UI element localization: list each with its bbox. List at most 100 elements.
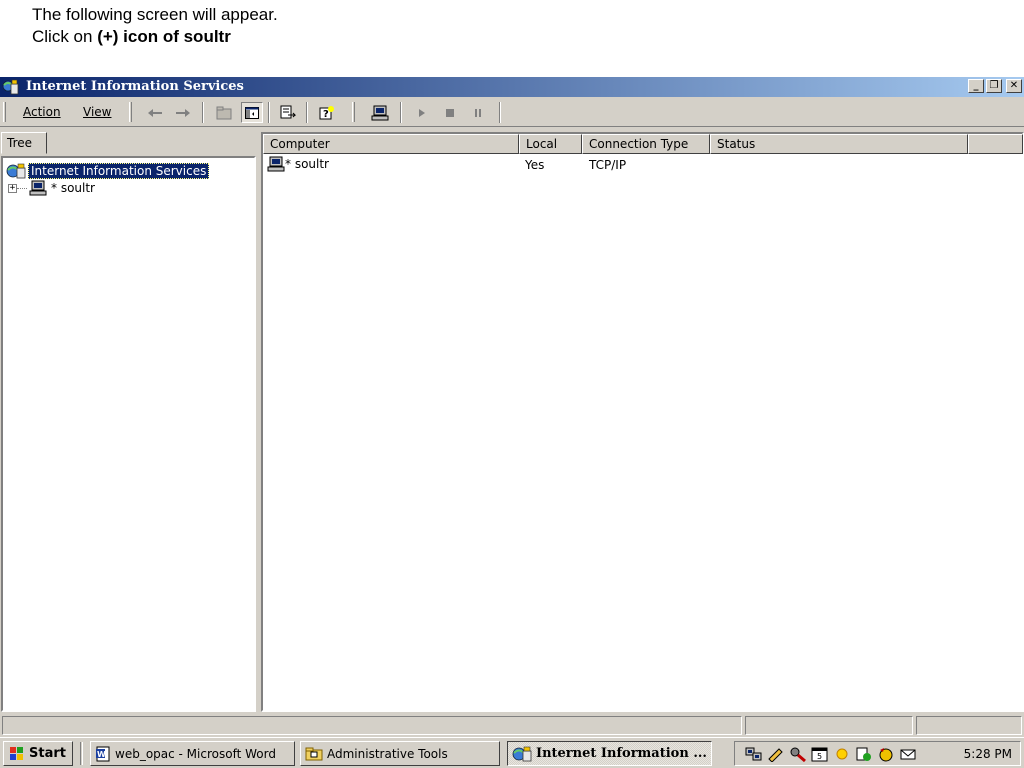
stop-icon (446, 108, 454, 117)
menu-action-label: Action (23, 105, 61, 119)
start-item-button[interactable] (411, 102, 433, 123)
menu-action[interactable]: Action (23, 105, 61, 119)
sun-icon[interactable] (833, 746, 851, 762)
window-title: Internet Information Services (26, 79, 244, 94)
pause-item-button[interactable] (467, 102, 489, 123)
start-button[interactable]: Start (3, 741, 73, 766)
messenger-icon[interactable] (877, 746, 895, 762)
taskbar: Start W web_opac - Microsoft Word Admini… (0, 737, 1024, 768)
mail-icon[interactable] (899, 746, 917, 762)
instruction-prefix: Click on (32, 27, 98, 46)
iis-icon (6, 163, 26, 179)
toolbar-grip-2[interactable] (129, 102, 132, 122)
tab-tree[interactable]: Tree (1, 132, 47, 154)
show-hide-tree-button[interactable] (241, 102, 263, 123)
table-row[interactable]: * soultr Yes TCP/IP (263, 156, 1023, 174)
column-header-computer[interactable]: Computer (263, 134, 519, 154)
instruction-text: The following screen will appear. Click … (32, 4, 278, 48)
iis-icon (2, 79, 19, 95)
pencil-icon[interactable] (767, 746, 785, 762)
cell-connection-type: TCP/IP (589, 158, 627, 172)
iis-window: Internet Information Services _ ❐ ✕ Acti… (0, 77, 1024, 737)
window-controls: _ ❐ ✕ (968, 79, 1022, 93)
status-panel-main (2, 716, 742, 735)
tree-item-soultr[interactable]: + * soultr (8, 179, 95, 197)
export-list-button[interactable] (277, 102, 299, 123)
iis-icon (512, 746, 532, 761)
help-button[interactable]: ? (316, 102, 338, 123)
console-tree-icon (245, 106, 259, 119)
task-iis[interactable]: Internet Information ... (507, 741, 712, 766)
task-word-label: web_opac - Microsoft Word (115, 746, 276, 761)
toolbar-grip[interactable] (3, 102, 6, 122)
cell-computer: * soultr (267, 156, 329, 172)
help-icon: ? (319, 105, 334, 120)
windows-logo-icon (10, 746, 23, 760)
toolbar-separator (400, 102, 402, 123)
tree-item-root[interactable]: Internet Information Services (6, 162, 210, 180)
expand-plus-icon[interactable]: + (8, 183, 17, 193)
forward-arrow-icon (176, 108, 190, 117)
column-header-status[interactable]: Status (710, 134, 968, 154)
folder-icon (305, 747, 323, 760)
menu-view[interactable]: View (83, 105, 111, 119)
task-admin-tools-label: Administrative Tools (327, 746, 448, 761)
task-iis-label: Internet Information ... (536, 746, 707, 761)
column-header-connection-type[interactable]: Connection Type (582, 134, 710, 154)
results-pane[interactable]: Computer Local Connection Type Status * … (261, 132, 1024, 712)
tools-icon[interactable] (789, 746, 807, 762)
media-icon[interactable] (855, 746, 873, 762)
computer-icon (29, 180, 47, 196)
toolbar-separator (202, 102, 204, 123)
back-button[interactable] (144, 102, 166, 123)
svg-text:?: ? (323, 109, 329, 120)
up-folder-icon (216, 106, 232, 119)
toolbar-separator (306, 102, 308, 123)
word-document-icon: W (96, 746, 110, 761)
start-label: Start (29, 746, 66, 761)
up-folder-button[interactable] (213, 102, 235, 123)
toolbar-separator (499, 102, 501, 123)
column-header-row: Computer Local Connection Type Status (263, 134, 1023, 154)
tree-pane[interactable]: Internet Information Services + * soultr (1, 156, 256, 712)
tree-item-soultr-label[interactable]: * soultr (51, 181, 95, 195)
menu-view-label: View (83, 105, 112, 119)
stop-item-button[interactable] (439, 102, 461, 123)
svg-text:W: W (97, 750, 106, 759)
connect-computer-button[interactable] (369, 102, 391, 123)
close-button[interactable]: ✕ (1006, 79, 1022, 93)
tree-connector (17, 187, 27, 189)
minimize-button[interactable]: _ (968, 79, 984, 93)
network-icon[interactable] (745, 746, 763, 762)
instruction-emphasis: (+) icon of soultr (97, 27, 231, 46)
column-header-local[interactable]: Local (519, 134, 582, 154)
taskbar-separator (80, 742, 83, 765)
computer-icon (267, 156, 285, 172)
play-icon (419, 108, 425, 117)
restore-button[interactable]: ❐ (986, 79, 1002, 93)
status-bar (0, 714, 1024, 736)
forward-button[interactable] (172, 102, 194, 123)
toolbar-grip-3[interactable] (352, 102, 355, 122)
task-admin-tools[interactable]: Administrative Tools (300, 741, 500, 766)
tree-item-root-label[interactable]: Internet Information Services (28, 163, 210, 179)
svg-text:5: 5 (817, 752, 822, 761)
toolbar-separator (268, 102, 270, 123)
status-panel-3 (916, 716, 1022, 735)
system-tray: 5 5:28 PM (734, 741, 1021, 766)
calendar-icon[interactable]: 5 (811, 746, 829, 762)
computer-icon (371, 105, 389, 120)
cell-local: Yes (525, 158, 545, 172)
instruction-line-1: The following screen will appear. (32, 5, 278, 24)
title-bar[interactable]: Internet Information Services _ ❐ ✕ (0, 77, 1024, 97)
instruction-line-2: Click on (+) icon of soultr (32, 26, 278, 48)
status-panel-2 (745, 716, 913, 735)
back-arrow-icon (148, 108, 162, 117)
cell-computer-text: * soultr (285, 157, 329, 171)
task-word[interactable]: W web_opac - Microsoft Word (90, 741, 295, 766)
export-list-icon (280, 105, 296, 118)
clock[interactable]: 5:28 PM (964, 747, 1012, 761)
toolbar: Action View ? (0, 97, 1024, 127)
pause-icon (475, 108, 481, 117)
column-header-filler (968, 134, 1023, 154)
